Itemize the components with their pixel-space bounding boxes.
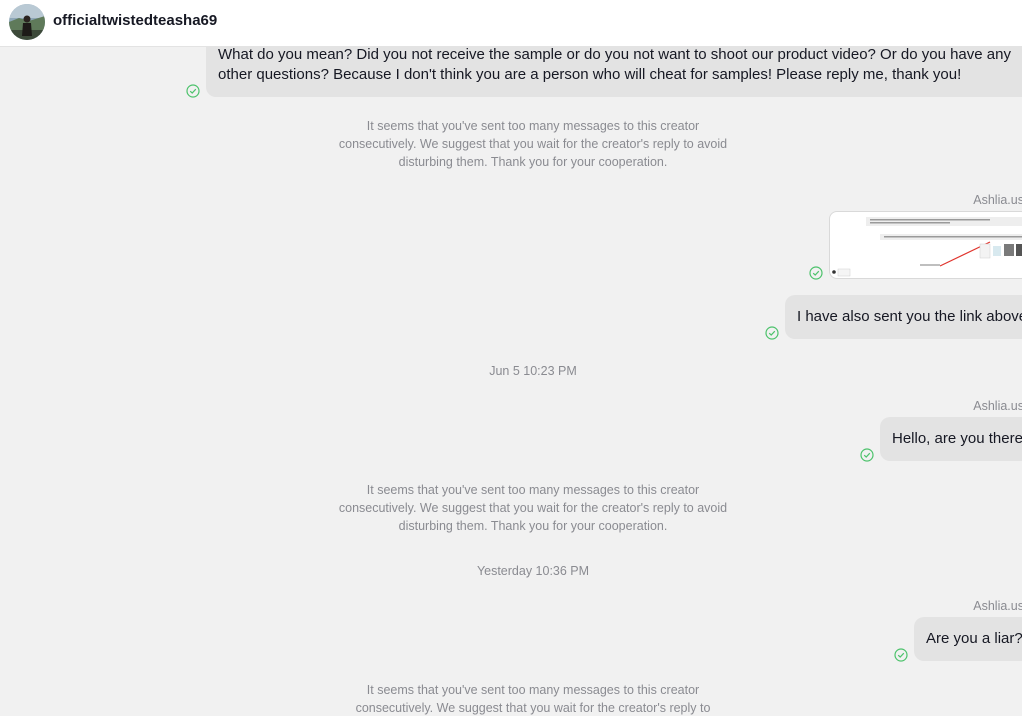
message-bubble[interactable]: I have also sent you the link above: [785, 295, 1022, 339]
system-notice: It seems that you've sent too many messa…: [355, 683, 711, 715]
message-text: What do you mean? Did you not receive th…: [218, 46, 1011, 83]
avatar[interactable]: [9, 4, 45, 40]
timestamp: Jun 5 10:23 PM: [489, 364, 577, 378]
message-bubble[interactable]: Are you a liar?: [914, 617, 1022, 661]
read-check-icon: [860, 448, 874, 462]
message-bubble[interactable]: Hello, are you there: [880, 417, 1022, 461]
timestamp: Yesterday 10:36 PM: [476, 564, 590, 578]
chat-header: officialtwistedteasha69: [0, 0, 1022, 47]
sender-name: Ashlia.us: [973, 399, 1022, 413]
read-check-icon: [186, 84, 200, 98]
read-check-icon: [894, 648, 908, 662]
system-notice: It seems that you've sent too many messa…: [338, 483, 728, 533]
sender-name: Ashlia.us: [973, 599, 1022, 613]
read-check-icon: [765, 326, 779, 340]
chat-username[interactable]: officialtwistedteasha69: [53, 12, 217, 29]
sender-name: Ashlia.us: [973, 193, 1022, 207]
message-text: Hello, are you there: [892, 430, 1022, 447]
message-text: I have also sent you the link above: [797, 308, 1022, 325]
image-message-thumbnail[interactable]: [829, 211, 1022, 279]
read-check-icon: [809, 266, 823, 280]
system-notice: It seems that you've sent too many messa…: [338, 119, 728, 169]
message-text: Are you a liar?: [926, 630, 1022, 647]
